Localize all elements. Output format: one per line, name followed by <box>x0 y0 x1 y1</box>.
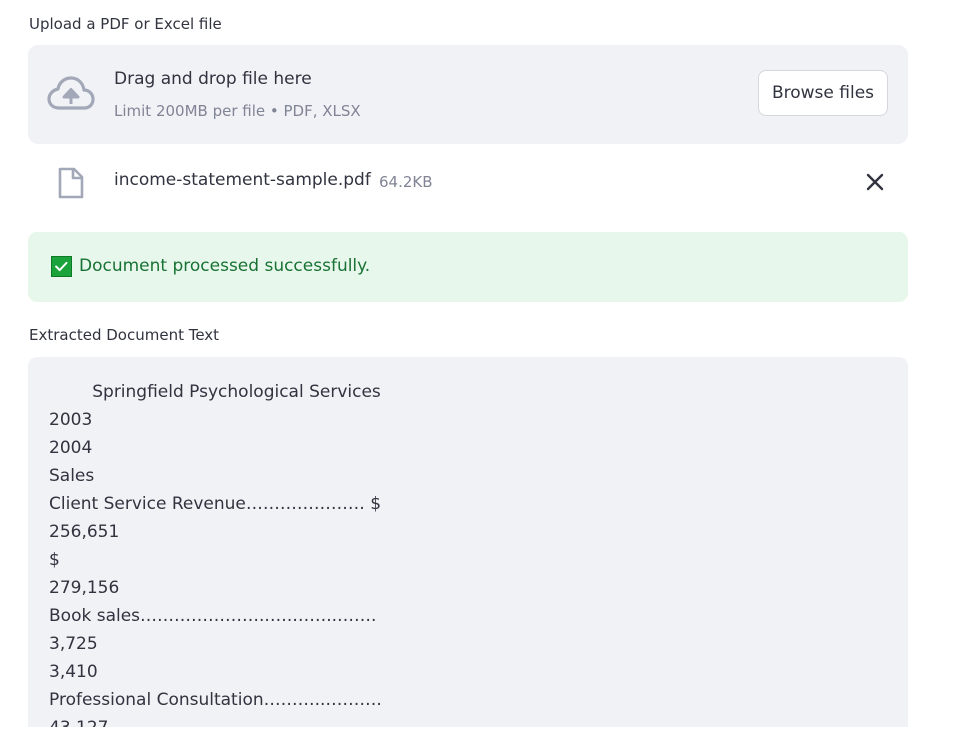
text-line: 43,127 <box>49 714 382 727</box>
text-line: 2004 <box>49 438 93 458</box>
extracted-text-lines: Springfield Psychological Services 2003 … <box>49 378 382 727</box>
text-line: Client Service Revenue………………… $ <box>49 494 382 514</box>
text-line: Sales <box>49 466 95 486</box>
cloud-upload-icon <box>47 76 95 110</box>
text-line: 3,410 <box>49 662 98 682</box>
success-alert: Document processed successfully. <box>28 232 908 302</box>
extracted-text-label: Extracted Document Text <box>29 326 220 344</box>
text-line: 279,156 <box>49 578 120 598</box>
text-line: $ <box>49 550 60 570</box>
success-message: Document processed successfully. <box>79 256 371 276</box>
text-line: Springfield Psychological Services <box>49 382 381 402</box>
text-line: 2003 <box>49 410 93 430</box>
file-icon <box>58 167 84 199</box>
text-line: Professional Consultation………..………. <box>49 690 382 710</box>
text-line: 256,651 <box>49 522 120 542</box>
text-line: Book sales…………………..….……..……. <box>49 606 377 626</box>
uploaded-file-size: 64.2KB <box>379 173 433 191</box>
dropzone-title: Drag and drop file here <box>114 69 312 89</box>
file-dropzone[interactable]: Drag and drop file here Limit 200MB per … <box>28 45 908 144</box>
uploader-label: Upload a PDF or Excel file <box>29 15 222 32</box>
browse-files-button[interactable]: Browse files <box>758 70 888 116</box>
extracted-text-area[interactable]: Springfield Psychological Services 2003 … <box>28 357 908 727</box>
check-mark-icon <box>51 256 72 277</box>
text-line: 3,725 <box>49 634 98 654</box>
uploaded-file-row: income-statement-sample.pdf 64.2KB <box>28 158 908 208</box>
uploaded-file-name: income-statement-sample.pdf <box>114 170 371 190</box>
app-page: Upload a PDF or Excel file Drag and drop… <box>0 0 965 741</box>
close-icon[interactable] <box>864 171 886 193</box>
dropzone-limit-text: Limit 200MB per file • PDF, XLSX <box>114 102 361 120</box>
